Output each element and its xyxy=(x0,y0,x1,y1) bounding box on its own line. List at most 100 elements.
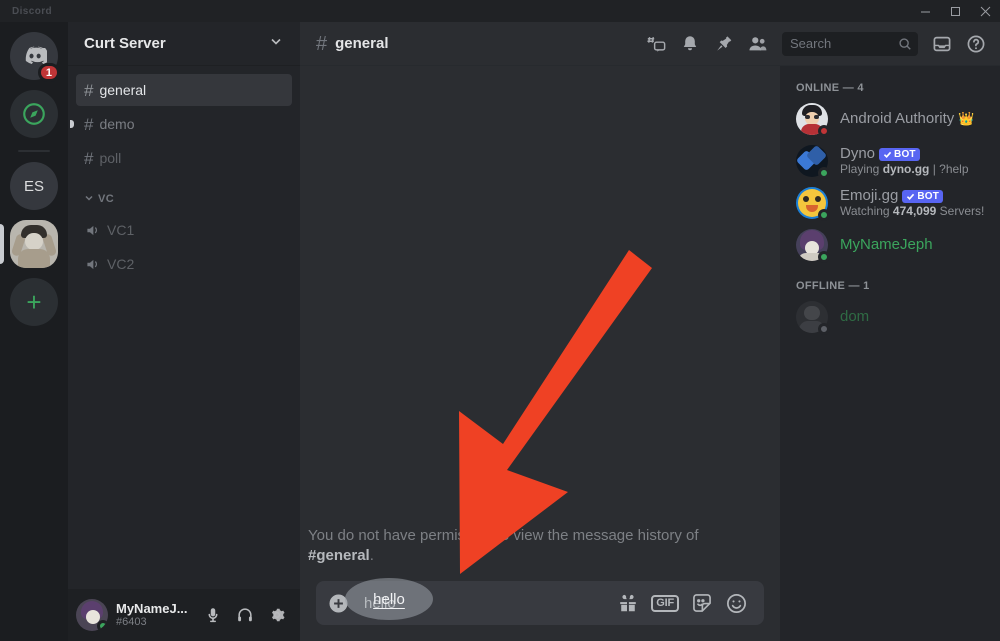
status-badge-online xyxy=(818,209,830,221)
member-name: dom xyxy=(840,308,870,326)
emoji-icon[interactable] xyxy=(725,592,748,615)
server-rail-item-home[interactable]: 1 xyxy=(10,32,60,82)
user-identity[interactable]: MyNameJ... #6403 xyxy=(116,600,198,629)
hash-icon: # xyxy=(84,80,94,100)
notifications-bell-icon[interactable] xyxy=(674,28,706,60)
user-panel-controls xyxy=(198,600,292,630)
composer-tools: GIF xyxy=(617,592,748,615)
member-name: Emoji.gg xyxy=(840,187,899,205)
sidebar-category-vc[interactable]: VC xyxy=(76,186,292,212)
message-composer[interactable]: hello GIF xyxy=(316,581,764,625)
user-discriminator: #6403 xyxy=(116,616,147,629)
member-row-dom[interactable]: dom xyxy=(788,296,992,338)
maximize-icon[interactable] xyxy=(940,0,970,22)
server-name: Curt Server xyxy=(84,35,166,52)
server-rail-item-curt-server[interactable] xyxy=(0,220,58,268)
threads-icon[interactable] xyxy=(640,28,672,60)
member-row-emoji-gg[interactable]: Emoji.gg BOT Watching 474,099 Servers! xyxy=(788,182,992,224)
system-message-suffix: . xyxy=(369,546,374,564)
app-title: Discord xyxy=(12,5,53,17)
plus-icon: + xyxy=(10,278,58,326)
gift-icon[interactable] xyxy=(617,592,639,614)
status-badge-offline xyxy=(818,323,830,335)
search-icon xyxy=(898,37,912,51)
chevron-down-icon xyxy=(268,33,284,54)
pinned-messages-icon[interactable] xyxy=(708,28,740,60)
crown-icon: 👑 xyxy=(958,110,975,126)
plus-circle-icon[interactable] xyxy=(316,581,360,625)
member-activity: Watching 474,099 Servers! xyxy=(840,204,984,219)
unread-badge: 1 xyxy=(37,63,60,82)
avatar xyxy=(796,145,830,179)
close-icon[interactable] xyxy=(970,0,1000,22)
page-title: general xyxy=(335,35,389,52)
minimize-icon[interactable] xyxy=(910,0,940,22)
active-server-pill xyxy=(0,224,4,264)
member-info: Android Authority 👑 xyxy=(840,110,974,127)
bot-label: BOT xyxy=(917,190,940,202)
member-info: Emoji.gg BOT Watching 474,099 Servers! xyxy=(840,187,984,218)
sidebar-channel-demo[interactable]: # demo xyxy=(70,108,292,140)
activity-suffix: | ?help xyxy=(929,161,969,176)
sidebar-voice-channel-vc2[interactable]: VC2 xyxy=(76,248,292,280)
rail-divider xyxy=(18,150,50,152)
inbox-icon[interactable] xyxy=(926,28,958,60)
member-name: Android Authority xyxy=(840,110,955,128)
channel-header: # general Search xyxy=(300,22,1000,66)
category-label: VC xyxy=(98,193,115,205)
member-info: dom xyxy=(840,308,869,325)
search-placeholder: Search xyxy=(790,36,832,51)
server-rail: 1 ES + xyxy=(0,22,68,641)
channel-label: demo xyxy=(99,116,135,132)
status-badge-online xyxy=(818,167,830,179)
search-input[interactable]: Search xyxy=(782,31,918,56)
server-rail-item-es[interactable]: ES xyxy=(10,162,58,210)
member-row-android-authority[interactable]: Android Authority 👑 xyxy=(788,98,992,140)
help-icon[interactable] xyxy=(960,28,992,60)
member-name: Dyno xyxy=(840,145,876,163)
avatar[interactable] xyxy=(76,599,108,631)
chevron-down-icon xyxy=(84,193,94,205)
message-area: You do not have permission to view the m… xyxy=(300,66,780,641)
bot-badge: BOT xyxy=(902,189,944,203)
activity-prefix: Playing xyxy=(840,161,883,176)
channel-label: general xyxy=(99,82,147,98)
sticker-icon[interactable] xyxy=(691,592,713,614)
server-header-dropdown[interactable]: Curt Server xyxy=(68,22,300,66)
headphones-icon[interactable] xyxy=(230,600,260,630)
compass-icon xyxy=(10,90,58,138)
gif-button[interactable]: GIF xyxy=(651,594,679,612)
server-initials: ES xyxy=(10,162,58,210)
member-info: MyNameJeph xyxy=(840,236,933,253)
gear-icon[interactable] xyxy=(262,600,292,630)
member-group-offline: OFFLINE — 1 xyxy=(796,280,870,292)
system-message: You do not have permission to view the m… xyxy=(308,526,764,565)
voice-channel-label: VC1 xyxy=(107,222,135,238)
voice-channel-label: VC2 xyxy=(107,256,135,272)
window-controls xyxy=(910,0,1000,22)
discord-window: Discord 1 ES + Curt Server # general # d… xyxy=(0,0,1000,641)
member-list-icon[interactable] xyxy=(742,28,774,60)
member-name: MyNameJeph xyxy=(840,236,933,254)
sidebar-voice-channel-vc1[interactable]: VC1 xyxy=(76,214,292,246)
status-badge-dnd xyxy=(818,125,830,137)
member-group-online: ONLINE — 4 xyxy=(796,82,864,94)
sidebar-channel-general[interactable]: # general xyxy=(76,74,292,106)
member-row-mynamejeph[interactable]: MyNameJeph xyxy=(788,224,992,266)
sidebar-channel-poll[interactable]: # poll xyxy=(76,142,292,174)
add-server-button[interactable]: + xyxy=(10,278,58,326)
username: MyNameJ... xyxy=(116,600,188,616)
channel-list: # general # demo # poll VC VC1 VC2 xyxy=(68,66,300,589)
avatar xyxy=(796,301,830,335)
channel-sidebar: Curt Server # general # demo # poll VC V… xyxy=(68,22,300,641)
hash-icon: # xyxy=(84,148,94,168)
member-row-dyno[interactable]: Dyno BOT Playing dyno.gg | ?help xyxy=(788,140,992,182)
speaker-icon xyxy=(84,222,101,239)
user-panel: MyNameJ... #6403 xyxy=(68,589,300,641)
member-info: Dyno BOT Playing dyno.gg | ?help xyxy=(840,145,969,176)
member-list: ONLINE — 4 Android Authority 👑 Dyno BOT … xyxy=(780,66,1000,641)
server-rail-item-explore[interactable] xyxy=(10,90,58,138)
bot-badge: BOT xyxy=(879,147,920,161)
microphone-icon[interactable] xyxy=(198,600,228,630)
message-input[interactable]: hello xyxy=(360,595,617,612)
